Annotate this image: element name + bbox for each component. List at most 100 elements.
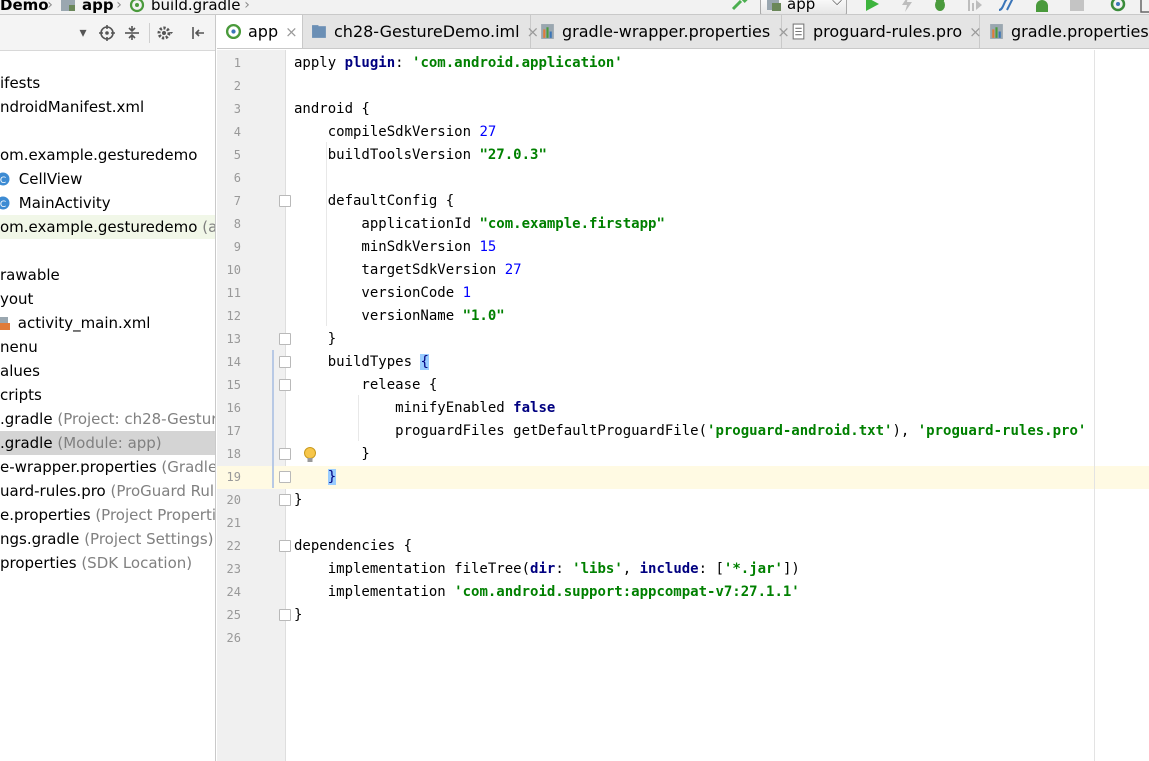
code-token: {: [420, 354, 429, 370]
code-line[interactable]: targetSdkVersion 27: [294, 259, 521, 282]
sync-icon[interactable]: [1108, 0, 1128, 14]
code-line[interactable]: proguardFiles getDefaultProguardFile('pr…: [294, 420, 1086, 443]
tab-proguard-rules[interactable]: proguard-rules.pro ×: [782, 15, 982, 48]
code-line[interactable]: versionCode 1: [294, 282, 471, 305]
settings-icon[interactable]: [156, 24, 174, 42]
tab-app-build-gradle[interactable]: app ×: [217, 15, 303, 48]
code-line[interactable]: dependencies {: [294, 535, 412, 558]
fold-marker[interactable]: [279, 471, 291, 483]
code-line[interactable]: versionName "1.0": [294, 305, 504, 328]
fold-marker[interactable]: [279, 540, 291, 552]
code-line[interactable]: applicationId "com.example.firstapp": [294, 213, 664, 236]
code-token: buildToolsVersion: [294, 147, 480, 163]
fold-marker[interactable]: [279, 448, 291, 460]
tree-item-menu[interactable]: nenu: [0, 335, 215, 359]
code-line[interactable]: }: [294, 328, 336, 351]
code-token: versionName: [294, 308, 463, 324]
code-line[interactable]: buildTypes {: [294, 351, 429, 374]
fold-marker[interactable]: [279, 195, 291, 207]
dropdown-icon[interactable]: ▾: [74, 24, 92, 42]
code-line[interactable]: minifyEnabled false: [294, 397, 555, 420]
profile-icon[interactable]: [964, 0, 984, 14]
breadcrumb-separator: ›: [244, 0, 250, 13]
debug-icon[interactable]: [930, 0, 950, 14]
tree-item-res[interactable]: [0, 239, 215, 263]
tree-item-test-package[interactable]: om.example.gesturedemo (an: [0, 215, 215, 239]
attach-debugger-icon[interactable]: [996, 0, 1016, 14]
tree-item-package[interactable]: om.example.gesturedemo: [0, 143, 215, 167]
tree-item-module-build-gradle[interactable]: .gradle (Module: app): [0, 431, 215, 455]
code-token: }: [327, 469, 337, 485]
code-line[interactable]: release {: [294, 374, 437, 397]
code-line[interactable]: implementation fileTree(dir: 'libs', inc…: [294, 558, 800, 581]
tree-item-label: .gradle: [0, 434, 53, 452]
sdk-manager-icon[interactable]: [1140, 0, 1149, 14]
code-line[interactable]: }: [294, 466, 337, 489]
code-line[interactable]: apply plugin: 'com.android.application': [294, 52, 623, 75]
tree-item-values[interactable]: alues: [0, 359, 215, 383]
fold-marker[interactable]: [279, 333, 291, 345]
hammer-icon[interactable]: [730, 0, 750, 14]
hide-panel-icon[interactable]: [190, 24, 208, 42]
tree-item-settings-gradle[interactable]: ngs.gradle (Project Settings): [0, 527, 215, 551]
svg-text:C: C: [0, 200, 6, 210]
code-line[interactable]: compileSdkVersion 27: [294, 121, 497, 144]
tree-item-gradle-wrapper[interactable]: e-wrapper.properties (Gradle: [0, 455, 216, 479]
tree-item-cellview[interactable]: C CellView: [0, 167, 215, 191]
breadcrumb-item-project[interactable]: Demo: [0, 0, 49, 14]
lightbulb-icon[interactable]: [302, 446, 318, 464]
editor-tab-bar: app × ch28-GestureDemo.iml × gradle-wrappe…: [217, 15, 1149, 49]
tree-item-hint: (Project Properti: [90, 506, 216, 524]
fold-marker[interactable]: [279, 609, 291, 621]
android-icon[interactable]: [1032, 0, 1052, 14]
breadcrumb-item-module[interactable]: app: [60, 0, 114, 14]
tree-item-hint: (Gradle: [156, 458, 216, 476]
tree-item-manifests[interactable]: ifests: [0, 71, 215, 95]
line-number: 8: [233, 217, 241, 231]
fold-marker[interactable]: [279, 379, 291, 391]
code-line[interactable]: defaultConfig {: [294, 190, 454, 213]
collapse-icon[interactable]: [123, 24, 141, 42]
code-line[interactable]: }: [294, 489, 302, 512]
tree-item-java[interactable]: [0, 119, 215, 143]
breadcrumb-item-file[interactable]: build.gradle: [129, 0, 240, 14]
stop-icon[interactable]: [1067, 0, 1087, 14]
tree-item-activity-main[interactable]: activity_main.xml: [0, 311, 215, 335]
code-line[interactable]: }: [294, 604, 302, 627]
project-tool-window: ▾ ifests ndroidManifest.xml om.example.g…: [0, 15, 216, 761]
tree-item-label: ifests: [0, 74, 41, 92]
fold-marker[interactable]: [279, 494, 291, 506]
apply-changes-icon[interactable]: [897, 0, 917, 14]
run-icon[interactable]: [862, 0, 882, 14]
code-token: 'proguard-android.txt': [707, 423, 893, 439]
tab-iml-file[interactable]: ch28-GestureDemo.iml ×: [303, 15, 539, 48]
tree-item-proguard-rules[interactable]: uard-rules.pro (ProGuard Rule: [0, 479, 215, 503]
code-line[interactable]: minSdkVersion 15: [294, 236, 496, 259]
code-token: compileSdkVersion: [294, 124, 480, 140]
locate-icon[interactable]: [98, 24, 116, 42]
code-token: 27: [479, 124, 497, 140]
tree-item-gradle-properties[interactable]: e.properties (Project Properti: [0, 503, 216, 527]
tree-item-label: rawable: [0, 266, 60, 284]
code-token: false: [513, 400, 556, 416]
code-line[interactable]: buildToolsVersion "27.0.3": [294, 144, 547, 167]
line-number: 23: [226, 562, 241, 576]
close-icon[interactable]: ×: [285, 15, 298, 48]
code-token: include: [639, 561, 699, 577]
fold-marker[interactable]: [279, 356, 291, 368]
code-line[interactable]: android {: [294, 98, 370, 121]
run-configuration-dropdown[interactable]: app ⌵: [760, 0, 847, 14]
toolbar-divider: [149, 23, 150, 43]
tree-item-android-manifest[interactable]: ndroidManifest.xml: [0, 95, 215, 119]
tree-item-project-build-gradle[interactable]: .gradle (Project: ch28-Gesture: [0, 407, 215, 431]
tree-item-layout[interactable]: yout: [0, 287, 215, 311]
caret-row-highlight: [217, 466, 1149, 489]
code-token: 'proguard-rules.pro': [917, 423, 1087, 439]
tree-item-mainactivity[interactable]: C MainActivity: [0, 191, 215, 215]
tree-item-gradle-scripts[interactable]: cripts: [0, 383, 215, 407]
tab-gradle-properties[interactable]: gradle.properties: [980, 15, 1149, 48]
tree-item-drawable[interactable]: rawable: [0, 263, 215, 287]
tree-item-local-properties[interactable]: properties (SDK Location): [0, 551, 215, 575]
code-line[interactable]: implementation 'com.android.support:appc…: [294, 581, 800, 604]
tab-gradle-wrapper[interactable]: gradle-wrapper.properties ×: [531, 15, 790, 48]
